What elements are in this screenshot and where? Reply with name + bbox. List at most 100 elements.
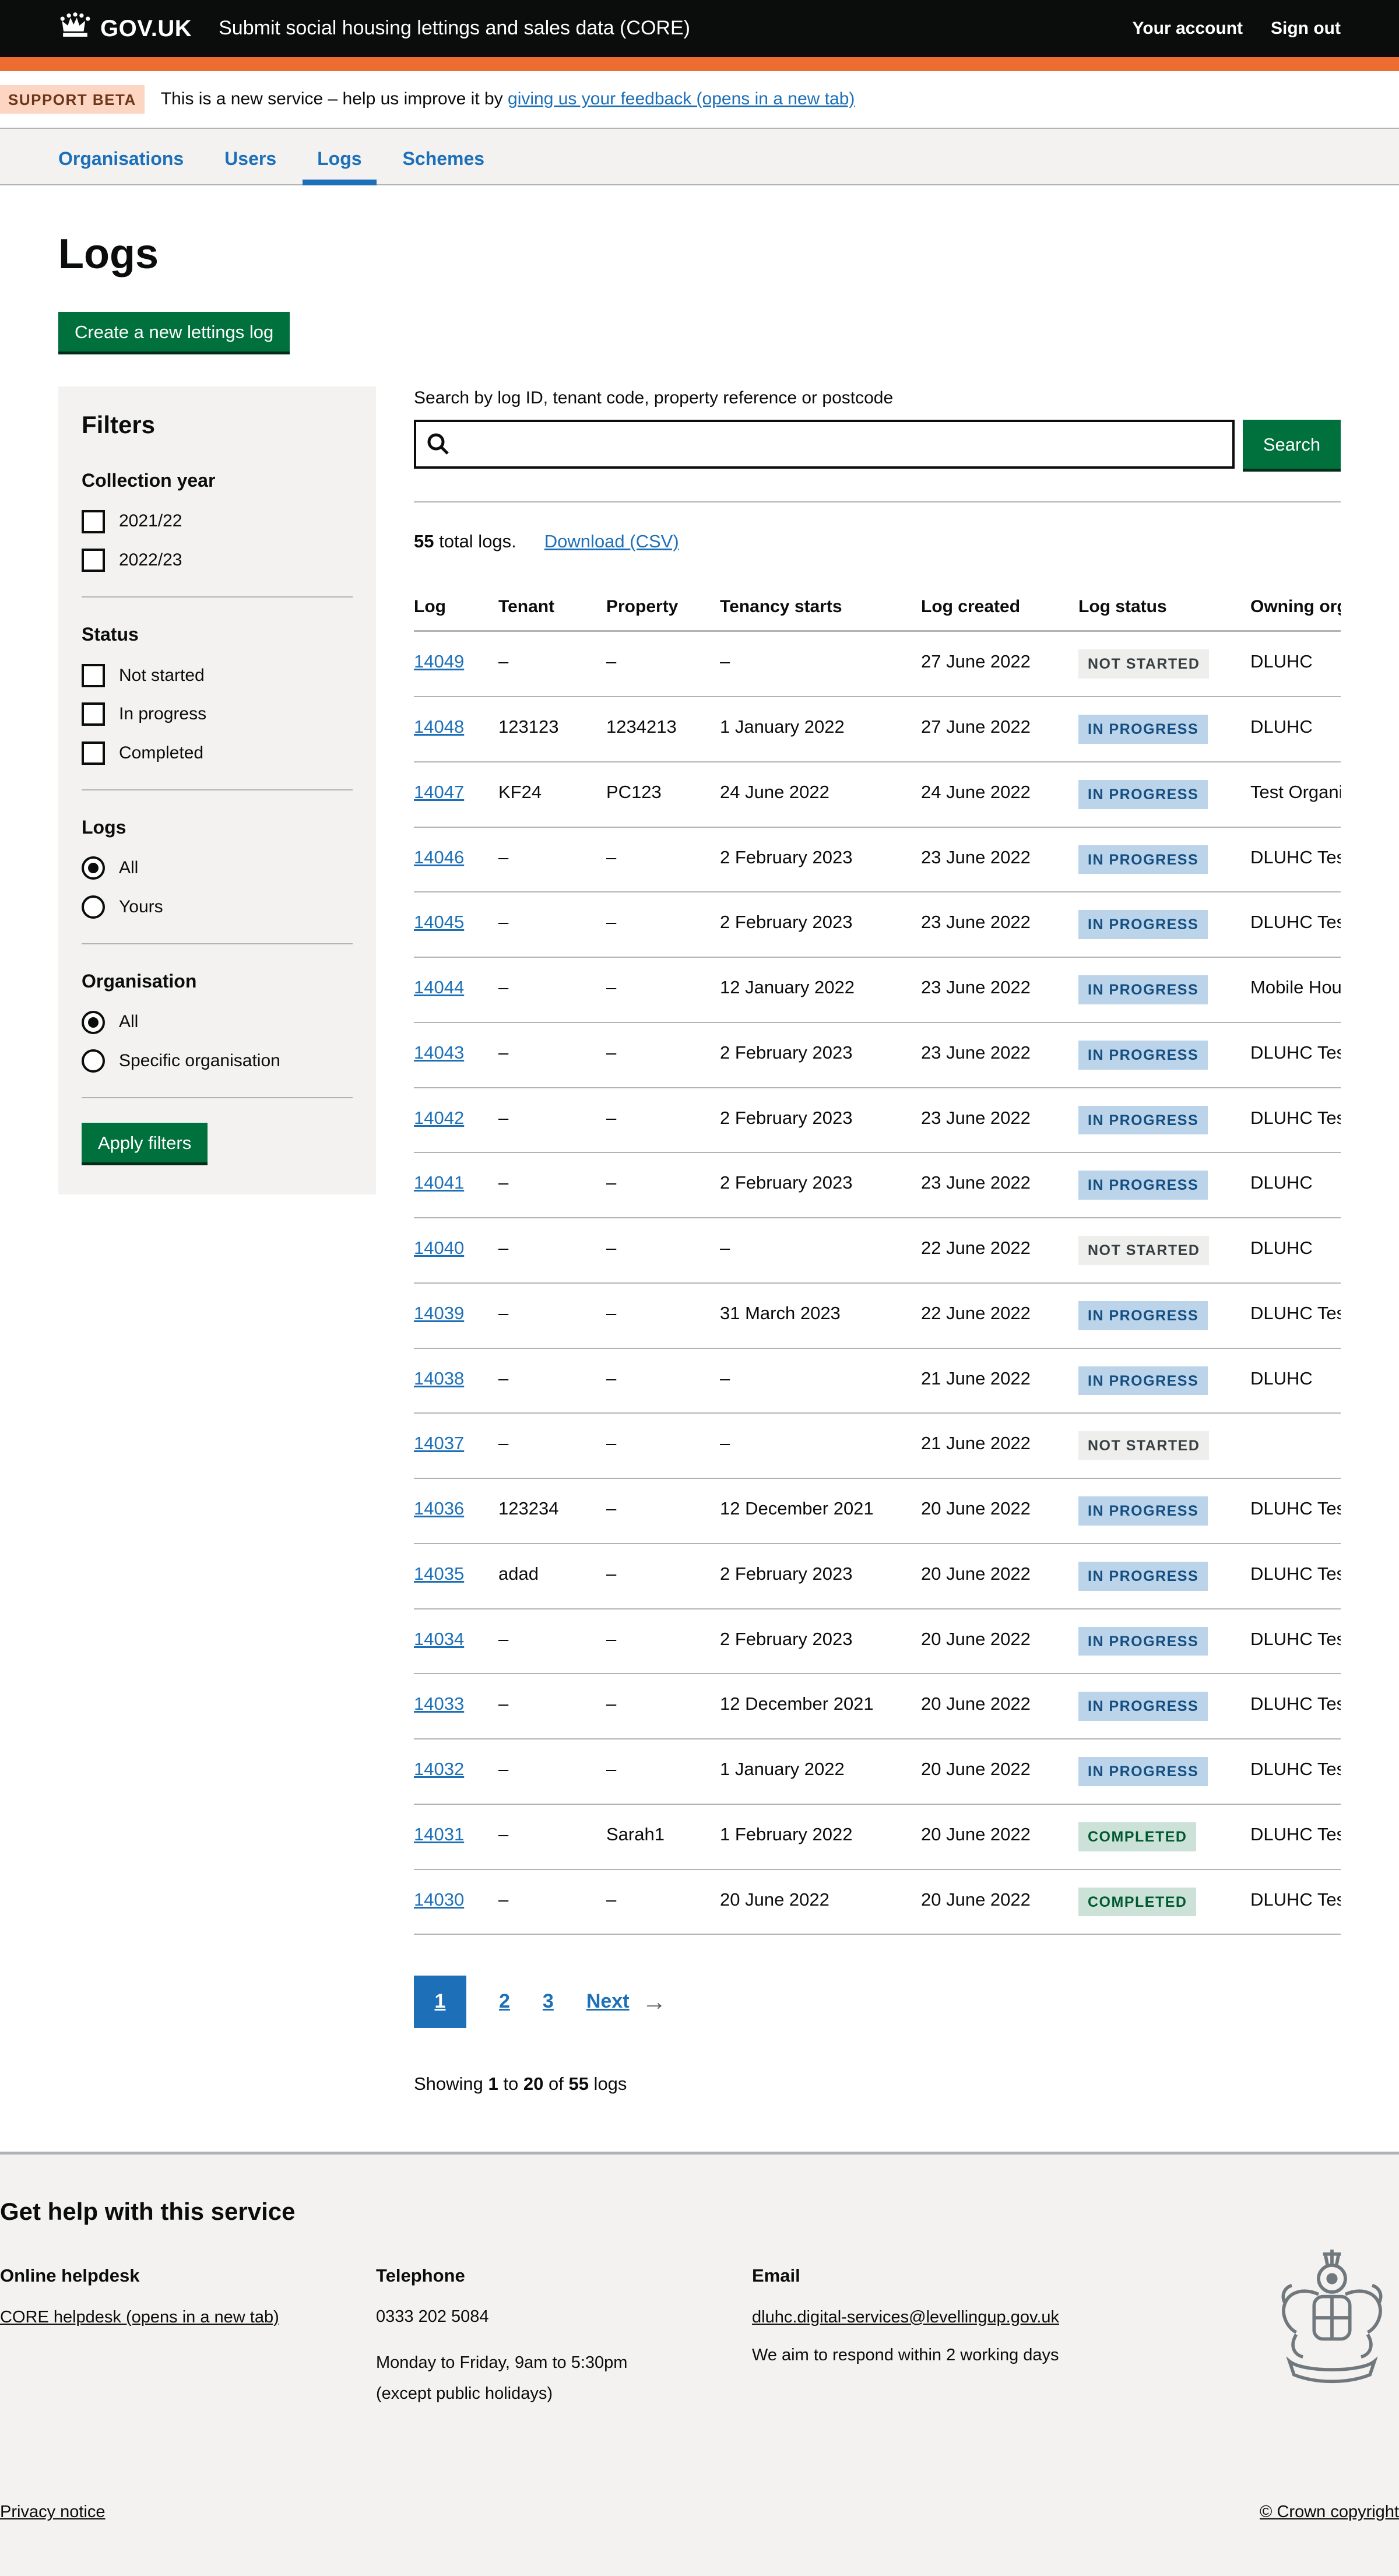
checkbox-control[interactable] (82, 664, 105, 687)
cell-owning-organisation: DLUHC Test (1250, 1869, 1341, 1935)
cell-property: – (606, 957, 720, 1022)
log-id-link[interactable]: 14030 (414, 1889, 464, 1910)
cell-created: 21 June 2022 (921, 1413, 1078, 1478)
nav-tab-schemes[interactable]: Schemes (403, 129, 485, 184)
status-badge: IN PROGRESS (1078, 1366, 1208, 1396)
cell-created: 22 June 2022 (921, 1218, 1078, 1283)
log-id-link[interactable]: 14034 (414, 1629, 464, 1649)
cell-created: 23 June 2022 (921, 1088, 1078, 1153)
radio-specific-organisation[interactable]: Specific organisation (82, 1049, 353, 1073)
log-id-link[interactable]: 14044 (414, 977, 464, 997)
nav-tab-users[interactable]: Users (224, 129, 276, 184)
table-row: 14037–––21 June 2022NOT STARTED (414, 1413, 1341, 1478)
cell-created: 23 June 2022 (921, 1022, 1078, 1088)
nav-tab-organisations[interactable]: Organisations (58, 129, 184, 184)
royal-coat-of-arms (1265, 2245, 1399, 2398)
pagination-current-page[interactable]: 1 (414, 1976, 466, 2028)
radio-control[interactable] (82, 1049, 105, 1073)
column-header-tenancy-starts: Tenancy starts (720, 586, 921, 631)
checkbox-control[interactable] (82, 702, 105, 726)
column-header-log-status: Log status (1078, 586, 1250, 631)
cell-created: 27 June 2022 (921, 631, 1078, 697)
cell-tenancy-starts: – (720, 631, 921, 697)
log-id-link[interactable]: 14032 (414, 1759, 464, 1779)
status-badge: COMPLETED (1078, 1822, 1196, 1851)
checkbox-2021/22[interactable]: 2021/22 (82, 509, 353, 533)
radio-control[interactable] (82, 895, 105, 919)
option-label: Yours (119, 895, 163, 919)
log-id-link[interactable]: 14035 (414, 1563, 464, 1584)
support-beta-tag: SUPPORT BETA (0, 85, 145, 114)
cell-tenancy-starts: 31 March 2023 (720, 1283, 921, 1348)
create-lettings-log-button[interactable]: Create a new lettings log (58, 312, 290, 352)
filter-legend-logs: Logs (82, 815, 353, 840)
log-id-link[interactable]: 14045 (414, 912, 464, 932)
log-id-link[interactable]: 14042 (414, 1108, 464, 1128)
pagination-next-link[interactable]: Next (586, 1988, 630, 2015)
search-icon (426, 431, 451, 464)
crown-copyright-link[interactable]: © Crown copyright (1260, 2501, 1399, 2524)
log-id-link[interactable]: 14043 (414, 1042, 464, 1063)
log-id-link[interactable]: 14031 (414, 1824, 464, 1844)
table-row: 14040–––22 June 2022NOT STARTEDDLUHC (414, 1218, 1341, 1283)
status-badge: NOT STARTED (1078, 1431, 1209, 1460)
option-label: All (119, 856, 138, 880)
table-row: 1404812312312342131 January 202227 June … (414, 697, 1341, 762)
cell-owning-organisation: DLUHC Test (1250, 827, 1341, 892)
column-header-log-created: Log created (921, 586, 1078, 631)
log-id-link[interactable]: 14036 (414, 1498, 464, 1519)
sign-out-link[interactable]: Sign out (1271, 17, 1341, 41)
log-id-link[interactable]: 14039 (414, 1303, 464, 1323)
log-id-link[interactable]: 14048 (414, 716, 464, 737)
cell-tenant: – (498, 827, 606, 892)
table-row: 14035adad–2 February 202320 June 2022IN … (414, 1544, 1341, 1609)
checkbox-control[interactable] (82, 510, 105, 533)
checkbox-not-started[interactable]: Not started (82, 664, 353, 688)
log-id-link[interactable]: 14049 (414, 651, 464, 672)
download-csv-link[interactable]: Download (CSV) (544, 529, 679, 554)
cell-property: – (606, 1544, 720, 1609)
log-id-link[interactable]: 14046 (414, 847, 464, 867)
log-id-link[interactable]: 14041 (414, 1172, 464, 1193)
your-account-link[interactable]: Your account (1133, 17, 1243, 41)
phase-banner-text: This is a new service – help us improve … (161, 87, 855, 111)
search-input[interactable] (414, 420, 1235, 469)
checkbox-in-progress[interactable]: In progress (82, 702, 353, 726)
log-id-link[interactable]: 14040 (414, 1238, 464, 1258)
radio-control[interactable] (82, 1011, 105, 1034)
cell-created: 20 June 2022 (921, 1674, 1078, 1739)
radio-all[interactable]: All (82, 856, 353, 880)
status-badge: NOT STARTED (1078, 649, 1209, 679)
govuk-logo[interactable]: GOV.UK Submit social housing lettings an… (58, 11, 690, 46)
cell-created: 20 June 2022 (921, 1478, 1078, 1544)
cell-created: 20 June 2022 (921, 1804, 1078, 1869)
search-label: Search by log ID, tenant code, property … (414, 386, 1341, 410)
apply-filters-button[interactable]: Apply filters (82, 1123, 208, 1162)
checkbox-control[interactable] (82, 741, 105, 765)
core-helpdesk-link[interactable]: CORE helpdesk (opens in a new tab) (0, 2308, 279, 2327)
cell-tenancy-starts: 1 January 2022 (720, 697, 921, 762)
email-link[interactable]: dluhc.digital-services@levellingup.gov.u… (752, 2308, 1059, 2327)
cell-owning-organisation: DLUHC Test (1250, 1739, 1341, 1804)
radio-yours[interactable]: Yours (82, 895, 353, 919)
checkbox-completed[interactable]: Completed (82, 741, 353, 765)
search-button[interactable]: Search (1243, 420, 1341, 469)
radio-control[interactable] (82, 856, 105, 880)
status-badge: NOT STARTED (1078, 1236, 1209, 1265)
cell-created: 23 June 2022 (921, 1152, 1078, 1218)
checkbox-control[interactable] (82, 549, 105, 572)
pagination-page-2[interactable]: 2 (499, 1988, 510, 2015)
log-id-link[interactable]: 14037 (414, 1433, 464, 1453)
log-id-link[interactable]: 14038 (414, 1368, 464, 1389)
nav-tab-logs[interactable]: Logs (317, 129, 361, 184)
feedback-link[interactable]: giving us your feedback (opens in a new … (508, 89, 855, 108)
cell-property: Sarah1 (606, 1804, 720, 1869)
pagination-page-3[interactable]: 3 (543, 1988, 554, 2015)
service-name[interactable]: Submit social housing lettings and sales… (219, 15, 690, 42)
logs-table-container: LogTenantPropertyTenancy startsLog creat… (414, 586, 1341, 1935)
log-id-link[interactable]: 14047 (414, 782, 464, 802)
log-id-link[interactable]: 14033 (414, 1693, 464, 1714)
privacy-notice-link[interactable]: Privacy notice (0, 2501, 106, 2524)
checkbox-2022/23[interactable]: 2022/23 (82, 549, 353, 572)
radio-all[interactable]: All (82, 1010, 353, 1034)
